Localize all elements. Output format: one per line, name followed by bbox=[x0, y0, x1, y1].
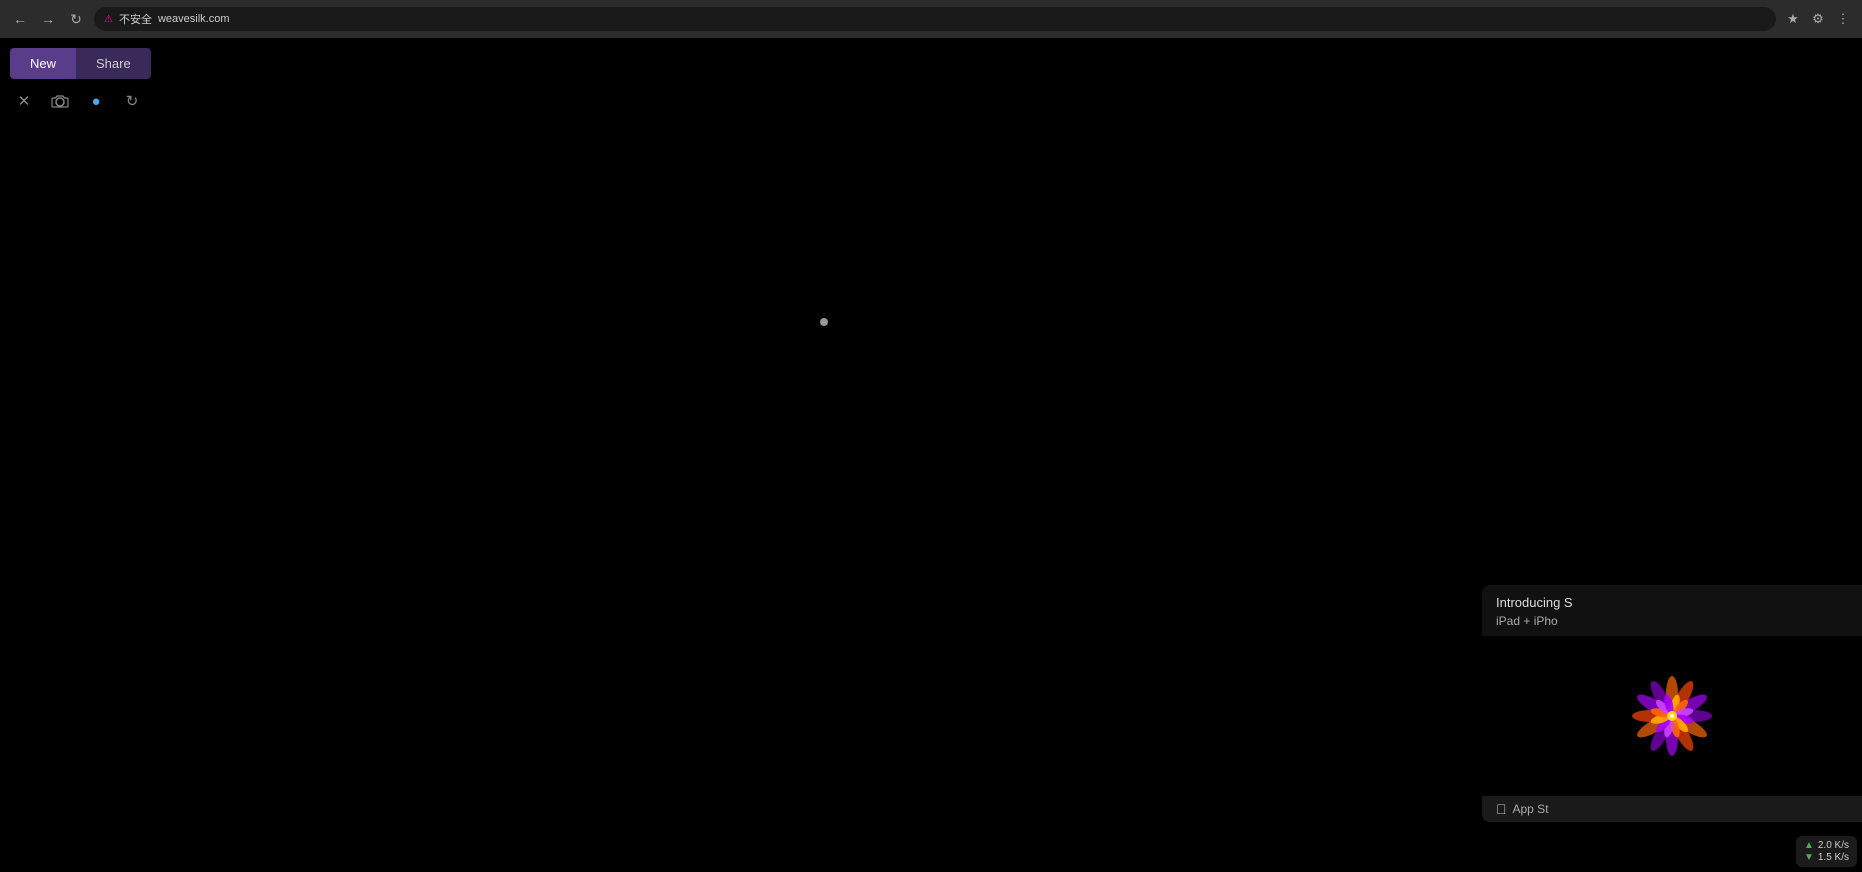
btn-group: New Share bbox=[10, 48, 151, 79]
security-icon: ⚠ bbox=[104, 14, 113, 25]
upload-speed-row: ▲ 2.0 K/s bbox=[1804, 840, 1849, 851]
cursor-dot bbox=[820, 318, 828, 326]
address-bar[interactable]: ⚠ 不安全 weavesilk.com bbox=[94, 7, 1776, 31]
bookmark-button[interactable]: ★ bbox=[1782, 8, 1804, 30]
upload-speed: 2.0 K/s bbox=[1818, 840, 1849, 851]
new-button[interactable]: New bbox=[10, 48, 76, 79]
toolbar: New Share ✕ ● ↻ bbox=[10, 48, 151, 119]
mandala-svg bbox=[1612, 656, 1732, 776]
browser-chrome: ← → ↻ ⚠ 不安全 weavesilk.com ★ ⚙ ⋮ bbox=[0, 0, 1862, 38]
back-button[interactable]: ← bbox=[8, 7, 32, 31]
cross-icon[interactable]: ✕ bbox=[10, 87, 38, 115]
camera-icon[interactable] bbox=[46, 87, 74, 115]
main-canvas[interactable]: New Share ✕ ● ↻ Introducing S iPad + iPh… bbox=[0, 38, 1862, 872]
nav-controls: ← → ↻ bbox=[8, 7, 88, 31]
extensions-button[interactable]: ⚙ bbox=[1807, 8, 1829, 30]
apple-icon:  bbox=[1496, 801, 1507, 817]
upload-arrow-icon: ▲ bbox=[1804, 840, 1814, 851]
reload-button[interactable]: ↻ bbox=[64, 7, 88, 31]
tool-icons: ✕ ● ↻ bbox=[10, 83, 151, 119]
security-label: 不安全 bbox=[119, 11, 152, 27]
download-arrow-icon: ▼ bbox=[1804, 852, 1814, 863]
menu-button[interactable]: ⋮ bbox=[1832, 8, 1854, 30]
popup-panel[interactable]: Introducing S iPad + iPho bbox=[1482, 585, 1862, 822]
browser-actions: ★ ⚙ ⋮ bbox=[1782, 8, 1854, 30]
popup-footer-label: App St bbox=[1513, 802, 1549, 816]
popup-footer[interactable]:  App St bbox=[1482, 796, 1862, 822]
share-button[interactable]: Share bbox=[76, 48, 151, 79]
popup-subtitle: iPad + iPho bbox=[1482, 614, 1862, 636]
circle-tool-icon[interactable]: ● bbox=[82, 87, 110, 115]
download-speed: 1.5 K/s bbox=[1818, 852, 1849, 863]
popup-title: Introducing S bbox=[1482, 585, 1862, 614]
url-text: weavesilk.com bbox=[158, 13, 230, 25]
forward-button[interactable]: → bbox=[36, 7, 60, 31]
reset-icon[interactable]: ↻ bbox=[118, 87, 146, 115]
download-speed-row: ▼ 1.5 K/s bbox=[1804, 852, 1849, 863]
network-speed: ▲ 2.0 K/s ▼ 1.5 K/s bbox=[1796, 836, 1857, 867]
popup-image bbox=[1482, 636, 1862, 796]
